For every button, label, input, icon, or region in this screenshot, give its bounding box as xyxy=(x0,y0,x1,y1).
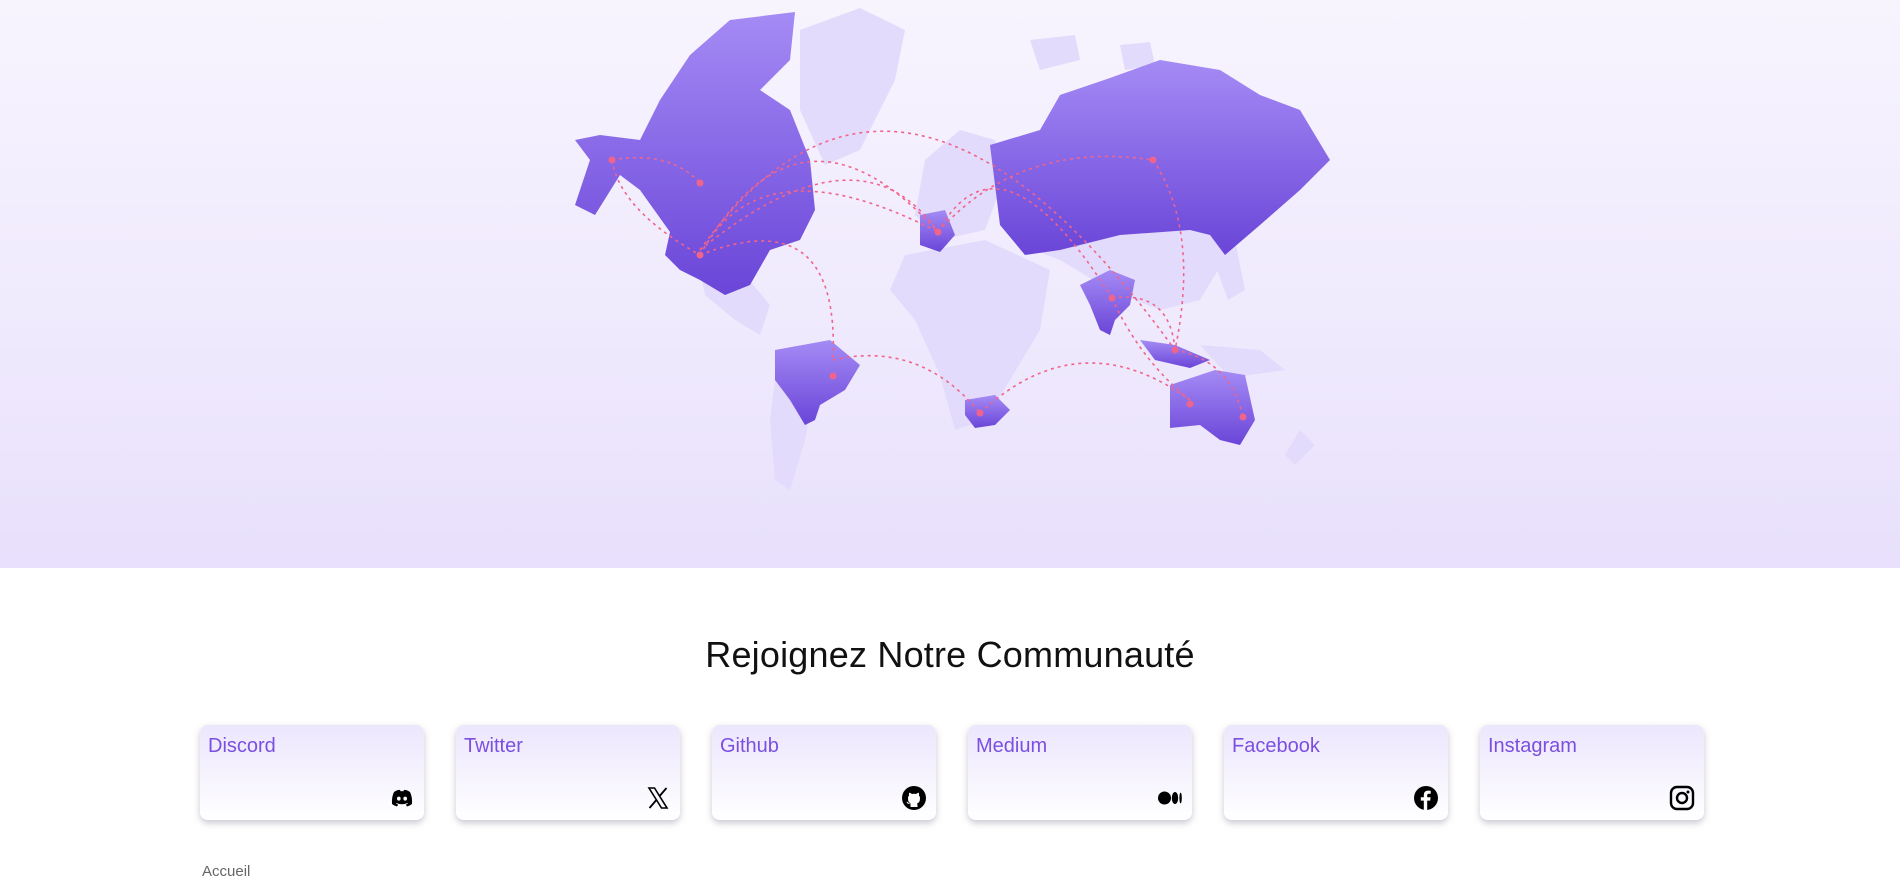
card-label: Twitter xyxy=(464,735,523,757)
facebook-icon xyxy=(1413,785,1439,811)
instagram-icon xyxy=(1669,785,1695,811)
card-label: Discord xyxy=(208,735,276,757)
facebook-card[interactable]: Facebook xyxy=(1224,725,1448,820)
hero-world-map-section xyxy=(0,0,1900,568)
x-twitter-icon xyxy=(645,785,671,811)
card-label: Instagram xyxy=(1488,735,1577,757)
twitter-card[interactable]: Twitter xyxy=(456,725,680,820)
social-links-grid: Discord Twitter Github Medium Facebook I… xyxy=(200,725,1705,821)
card-label: Facebook xyxy=(1232,735,1320,757)
card-label: Github xyxy=(720,735,779,757)
community-heading: Rejoignez Notre Communauté xyxy=(705,634,1195,676)
footer-home-link[interactable]: Accueil xyxy=(202,863,250,880)
github-icon xyxy=(901,785,927,811)
card-label: Medium xyxy=(976,735,1048,757)
discord-card[interactable]: Discord xyxy=(200,725,424,820)
medium-card[interactable]: Medium xyxy=(968,725,1192,820)
github-card[interactable]: Github xyxy=(712,725,936,820)
world-map-illustration xyxy=(575,8,1330,490)
discord-icon xyxy=(389,785,415,811)
instagram-card[interactable]: Instagram xyxy=(1480,725,1704,820)
medium-icon xyxy=(1157,785,1183,811)
